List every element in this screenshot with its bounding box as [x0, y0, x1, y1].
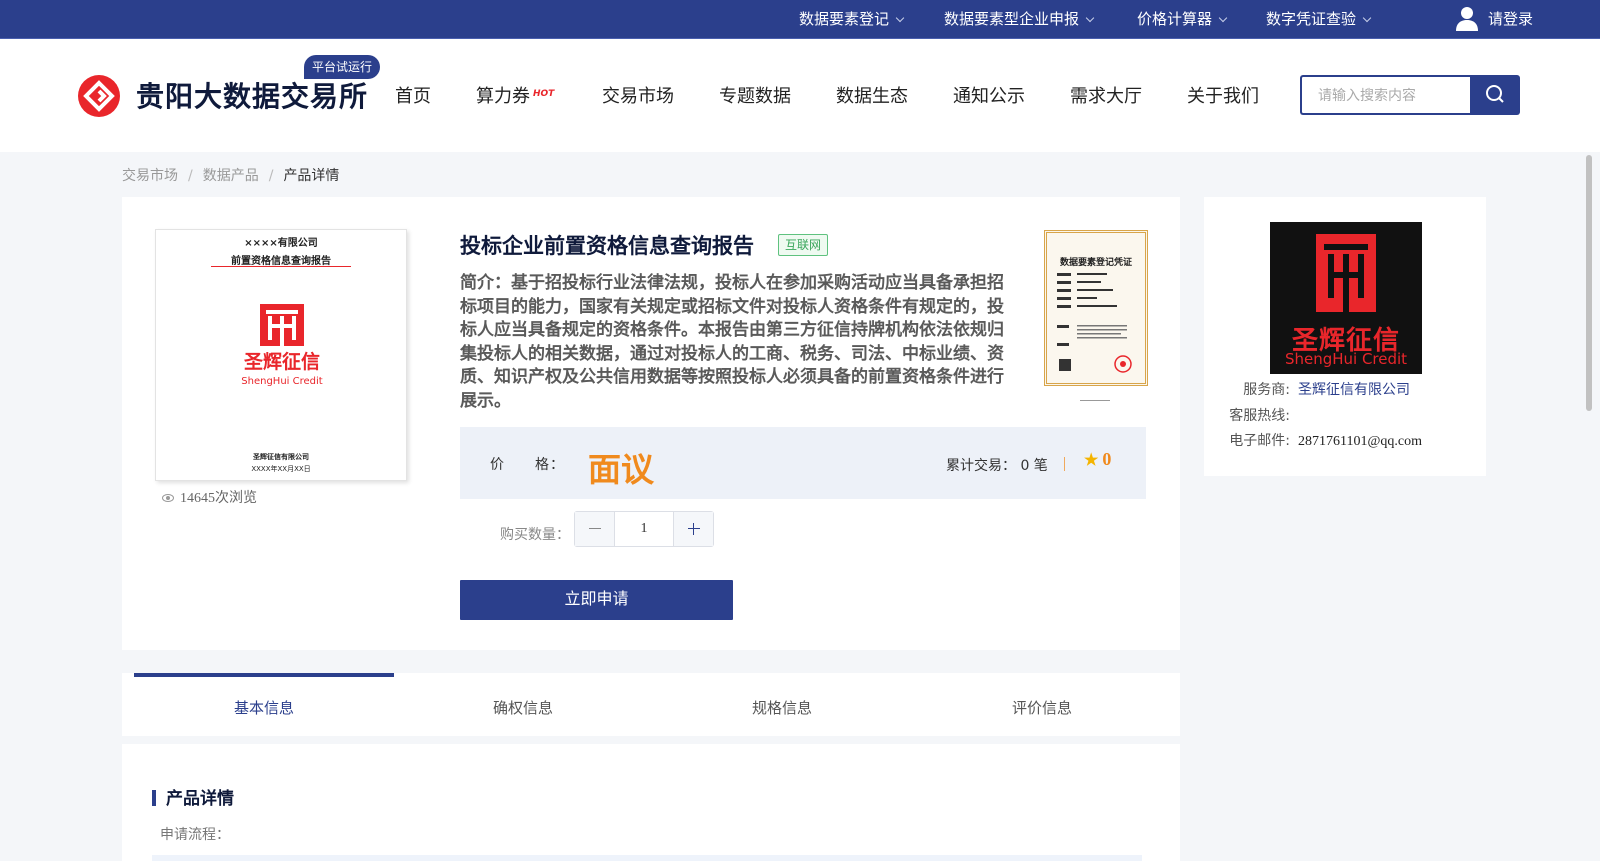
hot-badge: HOT [533, 89, 555, 99]
trade-count: 累计交易： 0 笔 [946, 458, 1048, 474]
top-bar: 数据要素登记 数据要素型企业申报 价格计算器 数字凭证查验 请登录 [0, 0, 1600, 39]
breadcrumb-data-products[interactable]: 数据产品 [203, 168, 259, 184]
certificate-content-icon [1057, 273, 1132, 373]
price-value: 面议 [588, 450, 654, 489]
view-count: 14645次浏览 [162, 487, 257, 507]
nav-data-ecosystem[interactable]: 数据生态 [836, 82, 908, 108]
active-tab-indicator [134, 673, 394, 677]
merchant-provider-row: 服务商: 圣辉征信有限公司 [1243, 382, 1410, 398]
rating: ★ 0 [1084, 449, 1112, 469]
search-icon [1486, 85, 1504, 103]
breadcrumb-trading-market[interactable]: 交易市场 [122, 168, 178, 184]
merchant-provider-link[interactable]: 圣辉征信有限公司 [1298, 382, 1410, 398]
nav-trading-market[interactable]: 交易市场 [602, 82, 674, 108]
eye-icon [162, 494, 174, 502]
chevron-down-icon [1218, 13, 1228, 23]
user-icon[interactable] [1455, 6, 1479, 32]
tab-review-info[interactable]: 评价信息 [1012, 697, 1072, 718]
nav-notices[interactable]: 通知公示 [953, 82, 1025, 108]
merchant-logo-mark-icon [1316, 234, 1376, 312]
cover-brand-cn: 圣辉征信 [244, 350, 320, 373]
cover-footer-date: XXXX年XX月XX日 [251, 465, 311, 473]
product-card: ××××有限公司 前置资格信息查询报告 圣辉征信 ShengHui Credit… [122, 197, 1180, 650]
login-link[interactable]: 请登录 [1488, 0, 1533, 38]
product-cover-image: ××××有限公司 前置资格信息查询报告 圣辉征信 ShengHui Credit… [155, 229, 407, 481]
merchant-hotline-row: 客服热线: [1229, 408, 1290, 424]
detail-tabs: 基本信息 确权信息 规格信息 评价信息 [122, 673, 1180, 736]
tab-basic-info[interactable]: 基本信息 [234, 697, 294, 718]
merchant-logo[interactable]: 圣辉征信 ShengHui Credit [1270, 222, 1422, 374]
search-button[interactable] [1470, 75, 1520, 115]
price-label: 价 格： [490, 457, 565, 473]
tab-ownership-info[interactable]: 确权信息 [493, 697, 553, 718]
cover-brand-en: ShengHui Credit [241, 376, 322, 387]
nav-home[interactable]: 首页 [395, 82, 431, 108]
trial-badge: 平台试运行 [304, 55, 381, 79]
exchange-logo-icon[interactable] [78, 75, 120, 117]
price-panel: 价 格： 面议 累计交易： 0 笔 ★ 0 [460, 427, 1146, 499]
registration-certificate-image[interactable]: 数据要素登记凭证 [1044, 230, 1148, 386]
topbar-menu-data-registration[interactable]: 数据要素登记 [799, 0, 905, 38]
quantity-input[interactable]: 1 [615, 512, 673, 546]
nav-compute-voucher[interactable]: 算力券 [476, 82, 530, 108]
merchant-email: 2871761101@qq.com [1298, 434, 1422, 449]
chevron-down-icon [1362, 13, 1372, 23]
product-details-section: 产品详情 申请流程： [122, 744, 1180, 861]
main-header: 贵阳大数据交易所 平台试运行 首页 算力券 HOT 交易市场 专题数据 数据生态… [0, 39, 1600, 152]
quantity-label: 购买数量： [500, 527, 570, 543]
nav-about-us[interactable]: 关于我们 [1187, 82, 1259, 108]
topbar-menu-certificate-check[interactable]: 数字凭证查验 [1266, 0, 1372, 38]
cover-report-title: 前置资格信息查询报告 [231, 256, 331, 267]
topbar-menu-price-calculator[interactable]: 价格计算器 [1137, 0, 1228, 38]
quantity-decrease-button[interactable] [575, 512, 615, 546]
shenghui-credit-logo-icon: 圣辉征信 ShengHui Credit [241, 304, 323, 387]
star-icon: ★ [1084, 452, 1099, 469]
chevron-down-icon [895, 13, 905, 23]
merchant-email-row: 电子邮件: 2871761101@qq.com [1229, 433, 1422, 449]
nav-demand-hall[interactable]: 需求大厅 [1070, 82, 1142, 108]
nav-topic-data[interactable]: 专题数据 [719, 82, 791, 108]
search-input[interactable] [1300, 75, 1470, 115]
page-scrollbar[interactable] [1586, 155, 1592, 411]
breadcrumb: 交易市场 / 数据产品 / 产品详情 [122, 168, 340, 184]
site-logo-text[interactable]: 贵阳大数据交易所 [136, 75, 368, 115]
quantity-increase-button[interactable] [673, 512, 713, 546]
breadcrumb-current: 产品详情 [283, 168, 340, 184]
cover-company: ××××有限公司 [244, 238, 318, 249]
cover-footer-company: 圣辉征信有限公司 [253, 453, 309, 461]
merchant-brand-en: ShengHui Credit [1284, 350, 1408, 368]
product-description: 简介：基于招投标行业法律法规，投标人在参加采购活动应当具备承担招标项目的能力，国… [460, 273, 1004, 411]
product-category-tag: 互联网 [778, 234, 829, 256]
product-title: 投标企业前置资格信息查询报告 [460, 234, 754, 258]
tab-spec-info[interactable]: 规格信息 [752, 697, 812, 718]
merchant-card: 圣辉征信 ShengHui Credit 服务商: 圣辉征信有限公司 客服热线: … [1204, 197, 1486, 476]
details-title: 产品详情 [152, 784, 234, 809]
apply-now-button[interactable]: 立即申请 [460, 580, 733, 620]
topbar-menu-enterprise-declaration[interactable]: 数据要素型企业申报 [944, 0, 1095, 38]
application-process-label: 申请流程： [160, 827, 230, 843]
quantity-stepper: 1 [574, 511, 714, 547]
chevron-down-icon [1085, 13, 1095, 23]
